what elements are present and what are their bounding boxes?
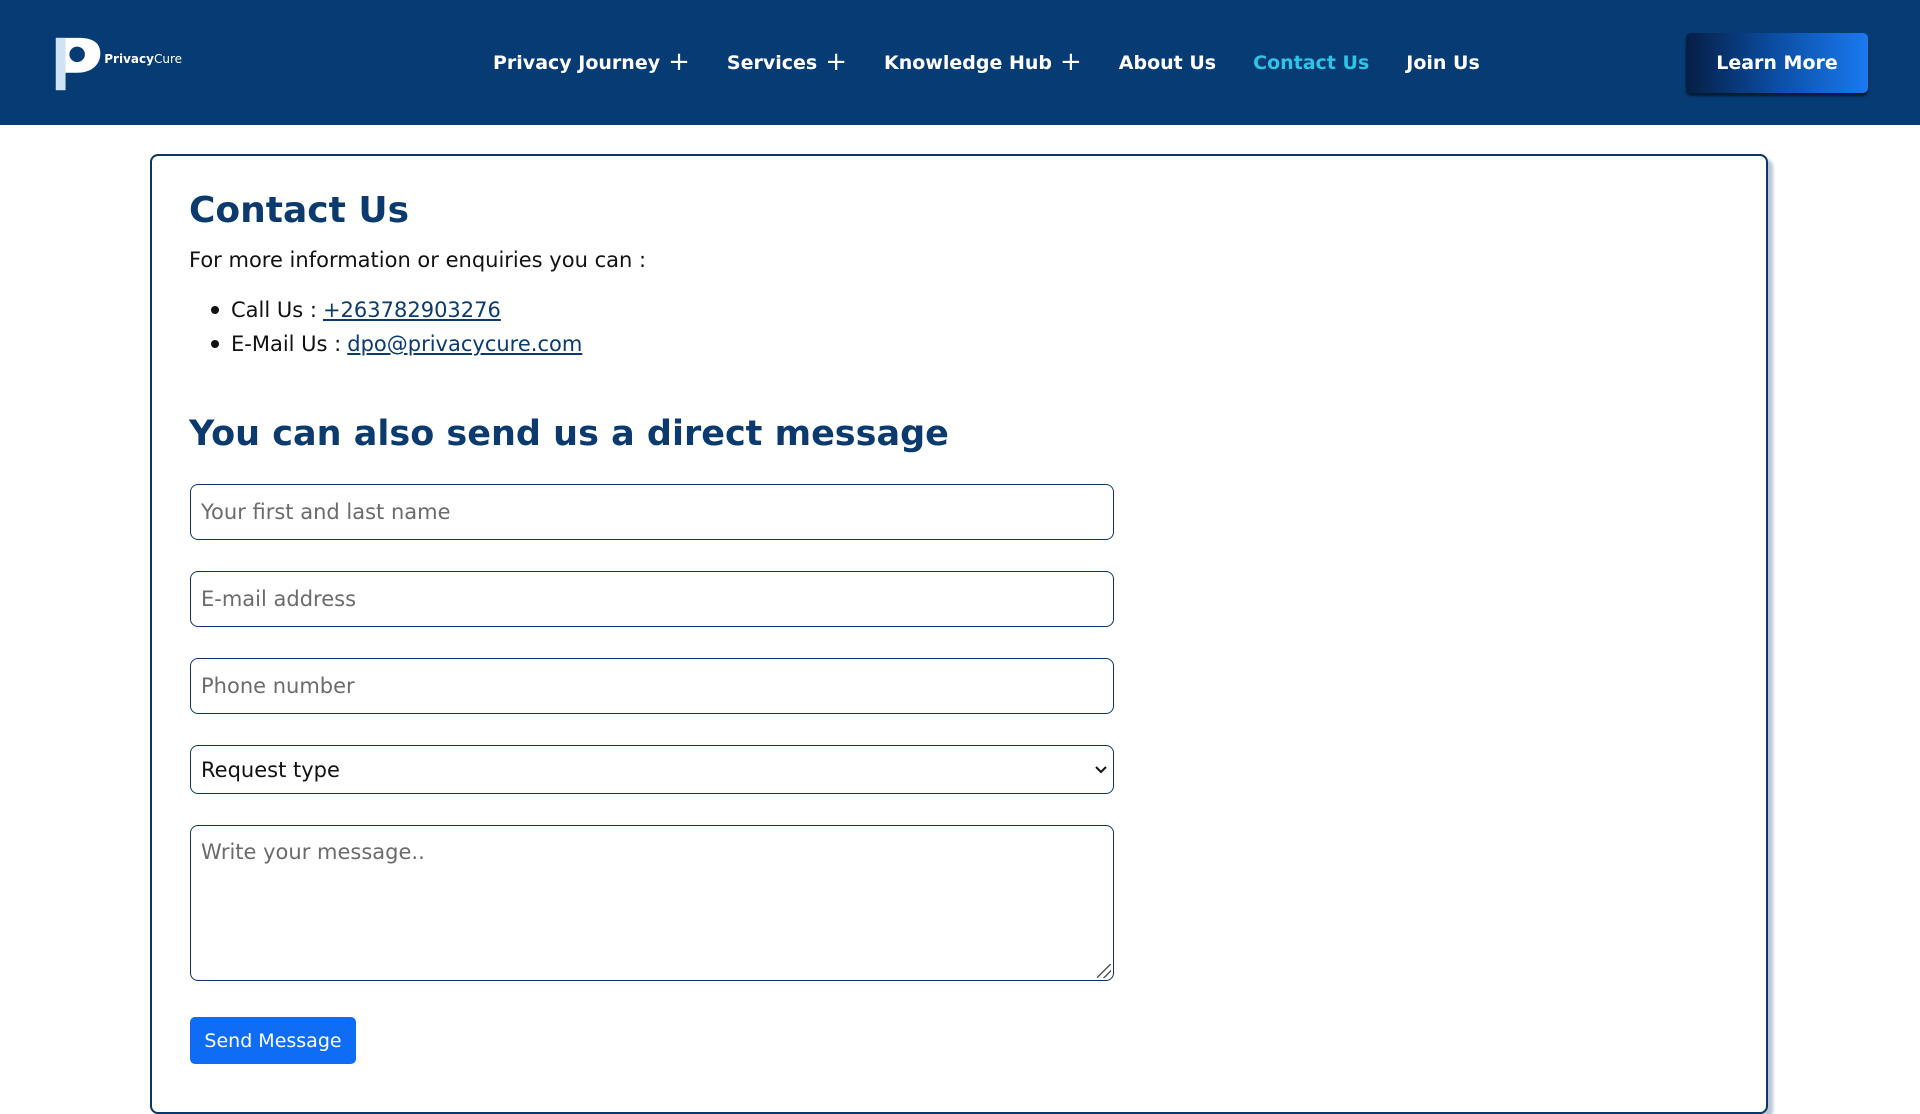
email-field[interactable]: E-mail address xyxy=(190,571,1114,627)
top-navigation-bar: PrivacyCure Privacy Journey + Services + K… xyxy=(0,0,1920,125)
plus-icon: + xyxy=(1060,47,1082,77)
page-title: Contact Us xyxy=(189,190,410,231)
logo-text: PrivacyCure xyxy=(104,52,182,66)
nav-privacy-journey[interactable]: Privacy Journey + xyxy=(493,47,690,77)
chevron-down-icon xyxy=(1095,765,1107,773)
learn-more-button[interactable]: Learn More xyxy=(1686,33,1868,93)
resize-handle-icon[interactable] xyxy=(1097,964,1111,978)
call-label: Call Us : xyxy=(231,298,317,322)
phone-field[interactable]: Phone number xyxy=(190,658,1114,714)
nav-services[interactable]: Services + xyxy=(727,47,847,77)
main-nav: Privacy Journey + Services + Knowledge Hub… xyxy=(493,0,1517,125)
request-type-value: Request type xyxy=(201,757,340,782)
email-link[interactable]: dpo@privacycure.com xyxy=(347,332,582,356)
email-label: E-Mail Us : xyxy=(231,332,342,356)
plus-icon: + xyxy=(668,47,690,77)
plus-icon: + xyxy=(825,47,847,77)
contact-list: Call Us : +263782903276 E-Mail Us : dpo@… xyxy=(189,293,582,361)
nav-knowledge-hub[interactable]: Knowledge Hub + xyxy=(884,47,1082,77)
phone-link[interactable]: +263782903276 xyxy=(323,298,501,322)
send-message-button[interactable]: Send Message xyxy=(190,1017,356,1064)
message-placeholder: Write your message.. xyxy=(201,840,425,864)
name-input[interactable]: Your first and last name xyxy=(190,484,1114,540)
contact-intro: For more information or enquiries you ca… xyxy=(189,248,647,272)
privacycure-logo[interactable]: PrivacyCure xyxy=(52,33,182,95)
nav-join-us[interactable]: Join Us xyxy=(1406,52,1480,74)
message-textarea[interactable]: Write your message.. xyxy=(190,825,1114,981)
request-type-select[interactable]: Request type xyxy=(190,745,1114,794)
bullet-icon xyxy=(211,306,219,314)
bullet-icon xyxy=(211,340,219,348)
list-item: E-Mail Us : dpo@privacycure.com xyxy=(189,327,582,361)
form-title: You can also send us a direct message xyxy=(189,414,949,454)
nav-contact-us[interactable]: Contact Us xyxy=(1253,52,1369,74)
nav-about-us[interactable]: About Us xyxy=(1119,52,1216,74)
logo-p-icon xyxy=(55,37,101,91)
list-item: Call Us : +263782903276 xyxy=(189,293,582,327)
